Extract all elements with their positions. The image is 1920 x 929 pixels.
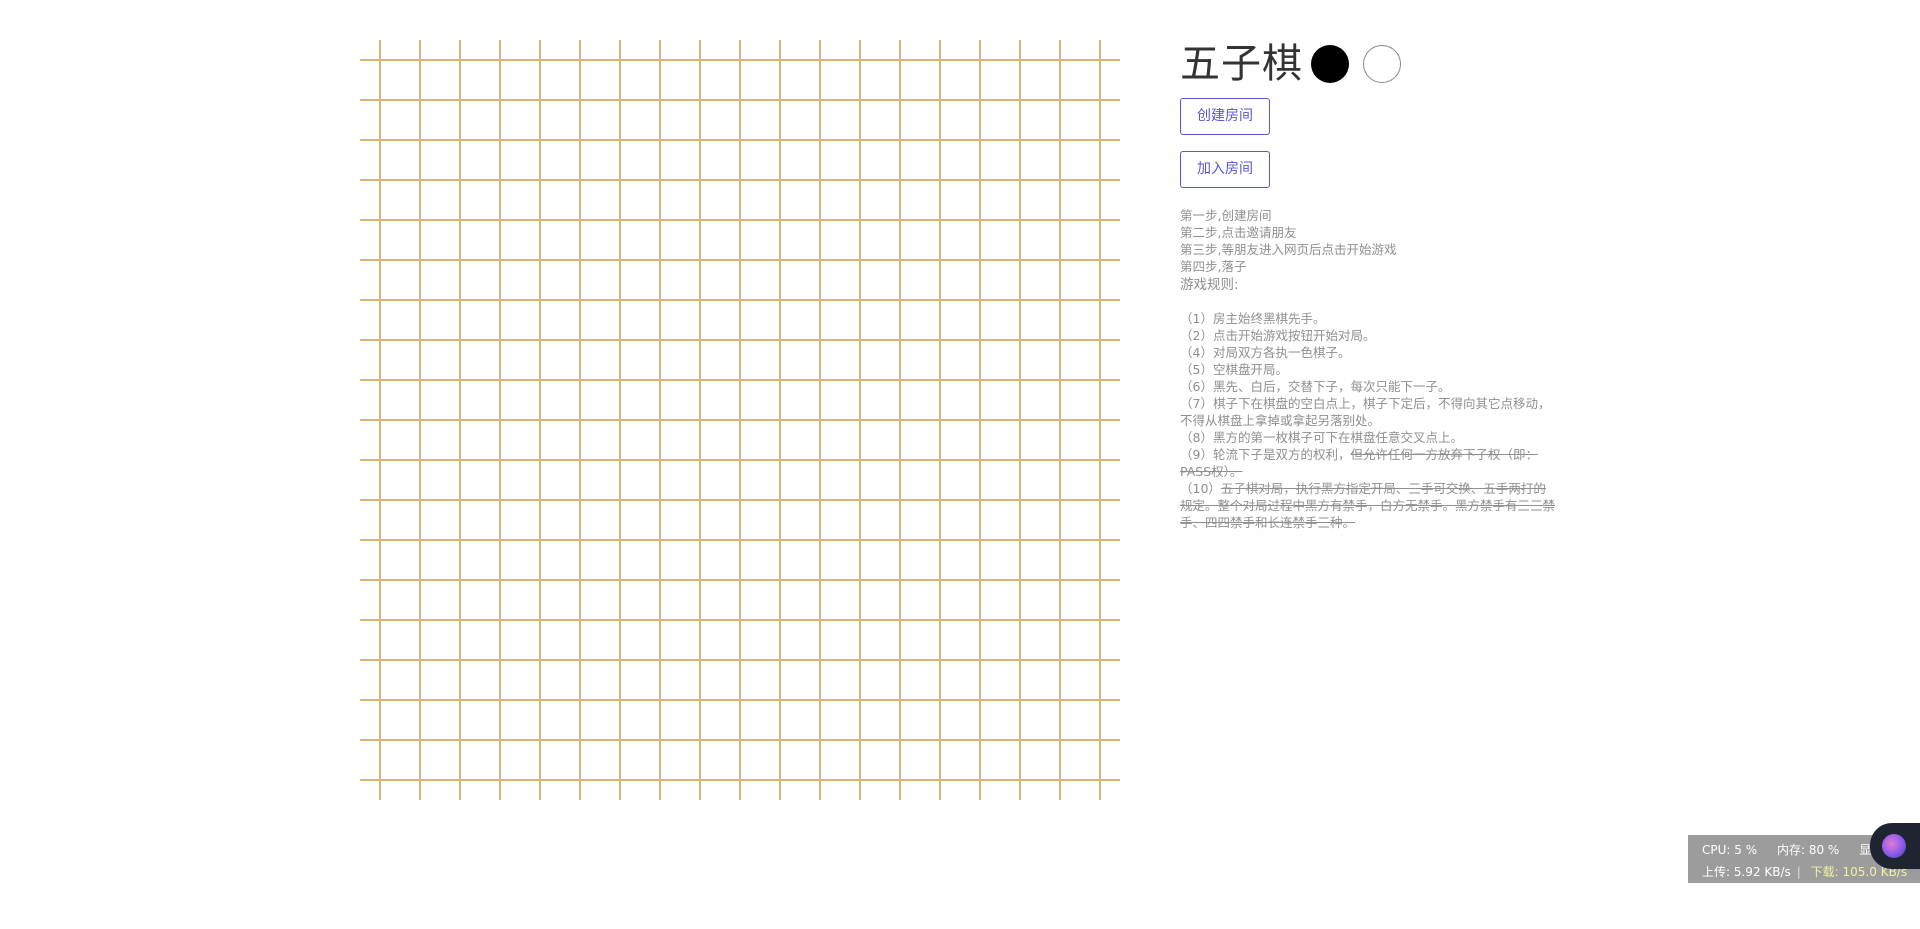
instructions: 第一步,创建房间 第二步,点击邀请朋友 第三步,等朋友进入网页后点击开始游戏 第… [1180,207,1560,275]
rule-item: （1）房主始终黑棋先手。 [1180,311,1326,326]
title-row: 五子棋 [1180,38,1560,90]
black-stone-icon [1311,45,1349,83]
cpu-usage: CPU: 5 % [1702,843,1758,857]
memory-usage: 内存: 80 % [1776,843,1840,857]
rule-item: （5）空棋盘开局。 [1180,362,1288,377]
rules-heading: 游戏规则: [1180,277,1239,293]
separator: | [1796,865,1801,879]
page-title: 五子棋 [1180,41,1303,87]
rule-item: （7）棋子下在棋盘的空白点上，棋子下定后，不得向其它点移动，不得从棋盘上拿掉或拿… [1180,396,1551,428]
step-3: 第三步,等朋友进入网页后点击开始游戏 [1180,242,1397,257]
step-1: 第一步,创建房间 [1180,208,1272,223]
monitor-widget-button[interactable] [1870,823,1920,869]
rules-list: （1）房主始终黑棋先手。 （2）点击开始游戏按钮开始对局。 （4）对局双方各执一… [1180,310,1558,531]
rule-item: （10）五子棋对局，执行黑方指定开局、三手可交换、五手两打的规定。整个对局过程中… [1180,481,1556,530]
step-2: 第二步,点击邀请朋友 [1180,225,1297,240]
upload-speed: 上传: 5.92 KB/s [1702,865,1791,879]
side-panel: 五子棋 创建房间 加入房间 第一步,创建房间 第二步,点击邀请朋友 第三步,等朋… [1180,38,1560,531]
rule-item: （6）黑先、白后，交替下子，每次只能下一子。 [1180,379,1451,394]
app-logo-icon [1882,834,1906,858]
step-4: 第四步,落子 [1180,259,1247,274]
rule-item: （2）点击开始游戏按钮开始对局。 [1180,328,1376,343]
gomoku-board[interactable] [360,40,1120,800]
white-stone-icon [1363,45,1401,83]
rule-item: （8）黑方的第一枚棋子可下在棋盘任意交叉点上。 [1180,430,1463,445]
rule-item: （4）对局双方各执一色棋子。 [1180,345,1351,360]
create-room-button[interactable]: 创建房间 [1180,98,1270,135]
rule-item: （9）轮流下子是双方的权利，但允许任何一方放弃下子权（即：PASS权）。 [1180,447,1538,479]
join-room-button[interactable]: 加入房间 [1180,151,1270,188]
